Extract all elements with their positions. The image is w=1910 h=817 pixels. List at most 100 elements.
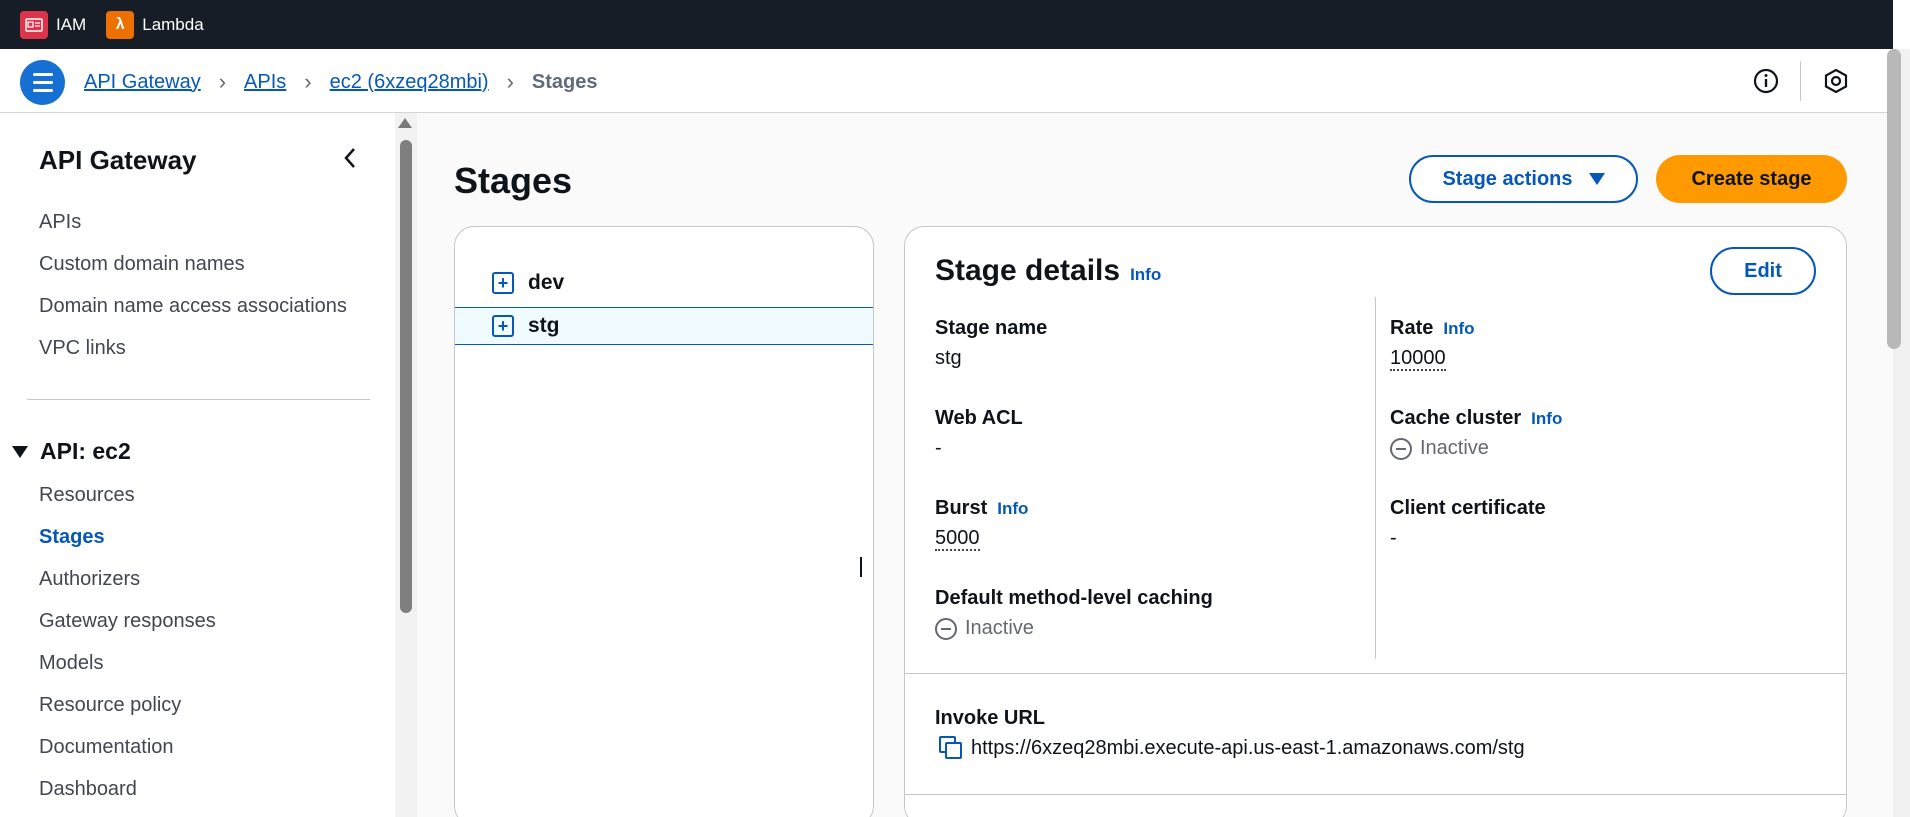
stage-details-heading: Stage details Info (935, 254, 1161, 288)
breadcrumb: API Gateway › APIs › ec2 (6xzeq28mbi) › … (84, 69, 598, 95)
info-link[interactable]: Info (1531, 409, 1562, 429)
breadcrumb-apis[interactable]: APIs (244, 71, 286, 94)
sidebar-item-vpc-links[interactable]: VPC links (39, 337, 126, 360)
field-value: 5000 (935, 527, 1028, 551)
field-value: - (1390, 527, 1397, 549)
scroll-up-arrow-icon[interactable] (398, 118, 412, 128)
page-title: Stages (454, 160, 573, 201)
info-link[interactable]: Info (997, 499, 1028, 519)
field-value: Inactive (935, 617, 1213, 640)
menu-button[interactable] (20, 60, 65, 105)
sidebar-item-resource-policy[interactable]: Resource policy (39, 694, 181, 717)
invoke-url-row: https://6xzeq28mbi.execute-api.us-east-1… (939, 736, 1525, 760)
field-label: Stage name (935, 317, 1048, 339)
lambda-icon: λ (106, 10, 135, 39)
chevron-right-icon: › (218, 69, 227, 94)
topbar-edge (1893, 0, 1910, 49)
sidebar-item-custom-domain-names[interactable]: Custom domain names (39, 253, 245, 276)
field-label: Web ACL (935, 407, 1023, 429)
cache-cluster-status: Inactive (1420, 437, 1489, 459)
stage-actions-label: Stage actions (1442, 167, 1573, 190)
inactive-status-icon (1390, 437, 1412, 460)
sidebar: API Gateway APIs Custom domain names Dom… (0, 113, 395, 817)
sidebar-item-resources[interactable]: Resources (39, 484, 135, 507)
stage-details-title: Stage details (935, 254, 1121, 287)
field-label: Burst (935, 497, 988, 519)
field-cache-cluster: Cache cluster Info Inactive (1390, 407, 1562, 460)
breadcrumb-api-ec2[interactable]: ec2 (6xzeq28mbi) (330, 71, 489, 94)
expand-plus-icon[interactable]: + (492, 315, 514, 337)
sidebar-item-gateway-responses[interactable]: Gateway responses (39, 610, 216, 633)
info-link[interactable]: Info (1130, 265, 1161, 285)
tree-item-label: dev (528, 271, 565, 294)
field-web-acl: Web ACL - (935, 407, 1023, 460)
section-divider (905, 673, 1846, 674)
chevron-right-icon: › (304, 69, 312, 94)
field-label: Client certificate (1390, 497, 1546, 519)
sidebar-section-api-ec2[interactable]: API: ec2 (12, 438, 131, 465)
header-divider (1800, 61, 1801, 101)
expand-plus-icon[interactable]: + (492, 272, 514, 294)
field-value: Inactive (1390, 437, 1562, 460)
page-scrollbar-thumb[interactable] (1887, 49, 1901, 349)
field-label: Default method-level caching (935, 587, 1213, 609)
breadcrumb-api-gateway[interactable]: API Gateway (84, 71, 201, 94)
breadcrumb-current: Stages (531, 70, 598, 93)
info-link[interactable]: Info (1443, 319, 1474, 339)
sidebar-scrollbar-thumb[interactable] (400, 140, 412, 613)
column-divider (1375, 297, 1376, 659)
section-divider (905, 794, 1846, 795)
field-value: - (935, 437, 942, 459)
service-iam-label: IAM (56, 14, 87, 34)
copy-icon[interactable] (939, 736, 963, 760)
invoke-url-value: https://6xzeq28mbi.execute-api.us-east-1… (971, 736, 1525, 759)
create-stage-button[interactable]: Create stage (1656, 155, 1847, 203)
sidebar-item-models[interactable]: Models (39, 652, 103, 675)
caret-down-icon (12, 445, 28, 458)
tree-item-label: stg (528, 314, 560, 337)
caching-status: Inactive (965, 617, 1034, 639)
field-default-caching: Default method-level caching Inactive (935, 587, 1213, 640)
info-icon[interactable] (1752, 67, 1780, 95)
field-label-row: Cache cluster Info (1390, 407, 1562, 430)
edit-button[interactable]: Edit (1710, 247, 1816, 295)
invoke-url-label: Invoke URL (935, 707, 1046, 729)
field-burst: Burst Info 5000 (935, 497, 1028, 551)
inactive-status-icon (935, 617, 957, 640)
field-label: Cache cluster (1390, 407, 1522, 429)
settings-hexagon-icon[interactable] (1822, 67, 1850, 95)
sidebar-item-documentation[interactable]: Documentation (39, 736, 174, 759)
field-stage-name: Stage name stg (935, 317, 1047, 370)
field-rate: Rate Info 10000 (1390, 317, 1475, 371)
field-label-row: Burst Info (935, 497, 1028, 520)
sidebar-item-authorizers[interactable]: Authorizers (39, 568, 140, 591)
burst-value: 5000 (935, 527, 980, 551)
top-service-bar: IAM λ Lambda (0, 0, 1910, 49)
text-cursor (860, 557, 862, 577)
field-value: 10000 (1390, 347, 1475, 371)
stage-actions-button[interactable]: Stage actions (1409, 155, 1638, 203)
service-iam[interactable]: IAM (20, 10, 87, 39)
caret-down-icon (1588, 173, 1605, 185)
sidebar-section-label: API: ec2 (40, 438, 131, 464)
sidebar-item-apis[interactable]: APIs (39, 211, 81, 234)
iam-icon (20, 10, 48, 39)
header-bar: API Gateway › APIs › ec2 (6xzeq28mbi) › … (0, 49, 1893, 113)
sidebar-item-stages[interactable]: Stages (39, 526, 105, 549)
tree-item-stg[interactable]: + stg (455, 307, 873, 345)
tree-item-dev[interactable]: + dev (455, 264, 873, 302)
menu-icon-line (32, 81, 53, 84)
menu-icon-line (32, 89, 53, 92)
field-client-certificate: Client certificate - (1390, 497, 1546, 550)
field-label-row: Rate Info (1390, 317, 1475, 340)
sidebar-title: API Gateway (39, 145, 197, 175)
rate-value: 10000 (1390, 347, 1446, 371)
collapse-sidebar-button[interactable] (338, 143, 362, 173)
service-lambda[interactable]: λ Lambda (106, 10, 204, 39)
service-lambda-label: Lambda (142, 14, 204, 34)
sidebar-item-dashboard[interactable]: Dashboard (39, 778, 137, 801)
menu-icon-line (32, 73, 53, 76)
sidebar-item-domain-name-access[interactable]: Domain name access associations (39, 295, 347, 318)
field-value: stg (935, 347, 962, 369)
field-label: Rate (1390, 317, 1434, 339)
